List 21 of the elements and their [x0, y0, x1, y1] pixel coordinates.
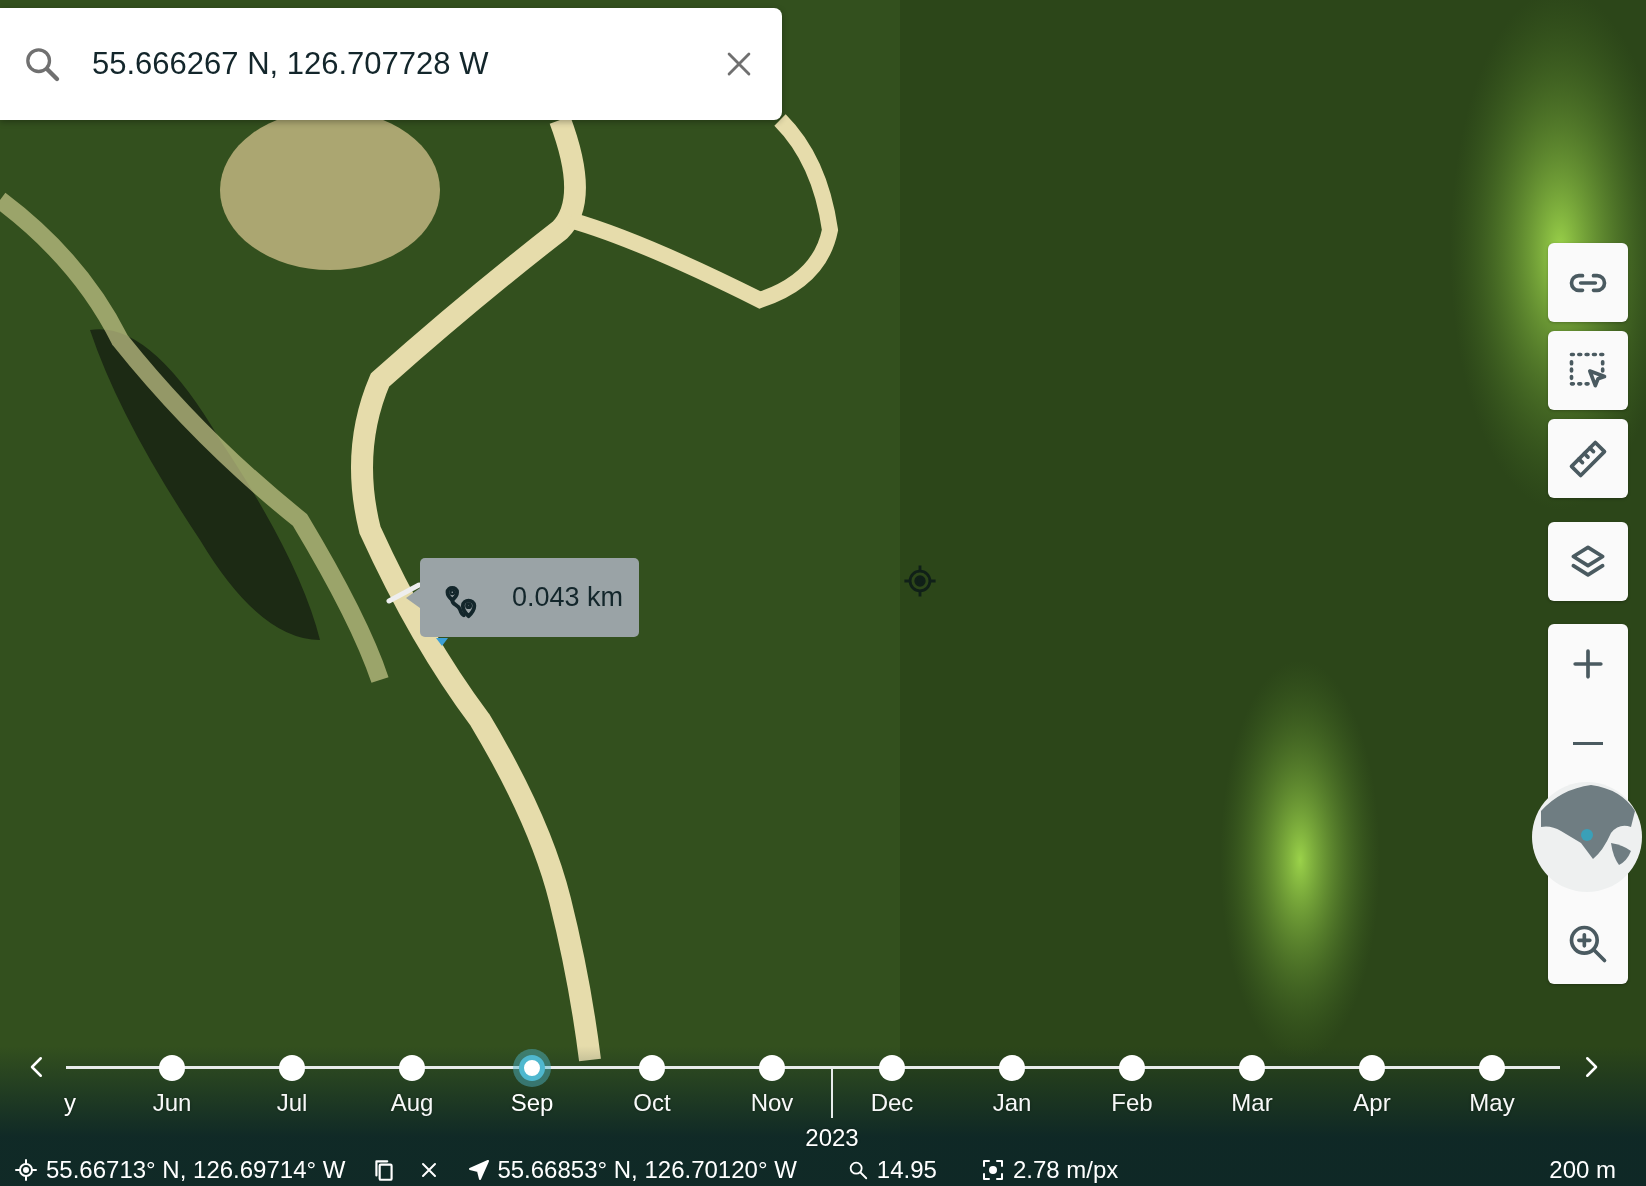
month-label: May [1469, 1089, 1515, 1117]
month-label: Mar [1231, 1089, 1273, 1117]
month-label: Dec [870, 1089, 914, 1117]
search-field[interactable]: 55.666267 N, 126.707728 W [92, 46, 688, 82]
month-label: Apr [1353, 1089, 1391, 1117]
month-label: Jul [276, 1089, 308, 1117]
month-label: Jun [152, 1089, 192, 1117]
month-label: Aug [390, 1089, 434, 1117]
year-label: 2023 [804, 1124, 860, 1152]
month-label: Nov [750, 1089, 794, 1117]
month-label: Sep [510, 1089, 554, 1117]
map-resolution: 2.78 m/px [1012, 1156, 1119, 1184]
month-label: Oct [633, 1089, 671, 1117]
cursor-coordinates: 55.66713° N, 126.69714° W [46, 1156, 346, 1184]
zoom-level: 14.95 [876, 1156, 937, 1184]
month-label: Jan [992, 1089, 1032, 1117]
location-coordinates: 55.66853° N, 126.70120° W [497, 1156, 797, 1184]
distance-value: 0.043 km [512, 582, 624, 613]
month-label: Feb [1111, 1089, 1153, 1117]
month-label: y [64, 1089, 76, 1117]
scale-label: 200 m [1549, 1156, 1616, 1184]
